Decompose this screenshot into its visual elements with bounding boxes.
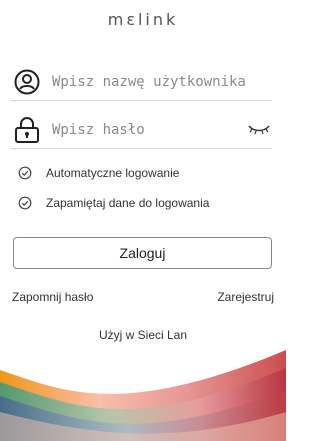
username-input[interactable]: [44, 69, 272, 95]
check-circle-icon[interactable]: [18, 166, 32, 180]
decorative-wave: [0, 350, 286, 441]
remember-label: Zapamiętaj dane do logowania: [46, 196, 210, 210]
lan-mode-link[interactable]: Użyj w Sieci Lan: [0, 328, 286, 342]
register-link[interactable]: Zarejestruj: [217, 290, 274, 304]
user-circle-icon: [10, 67, 44, 97]
check-circle-icon[interactable]: [18, 196, 32, 210]
forgot-password-link[interactable]: Zapomnij hasło: [12, 290, 93, 304]
password-input[interactable]: [44, 117, 246, 143]
password-row: [10, 112, 272, 149]
auto-login-option[interactable]: Automatyczne logowanie: [18, 166, 179, 180]
lock-icon: [10, 115, 44, 145]
remember-option[interactable]: Zapamiętaj dane do logowania: [18, 196, 209, 210]
eye-closed-icon[interactable]: [246, 120, 272, 140]
app-logo: mɛlink: [107, 10, 179, 29]
auto-login-label: Automatyczne logowanie: [46, 166, 180, 180]
login-button[interactable]: Zaloguj: [13, 237, 272, 269]
username-row: [10, 64, 272, 101]
